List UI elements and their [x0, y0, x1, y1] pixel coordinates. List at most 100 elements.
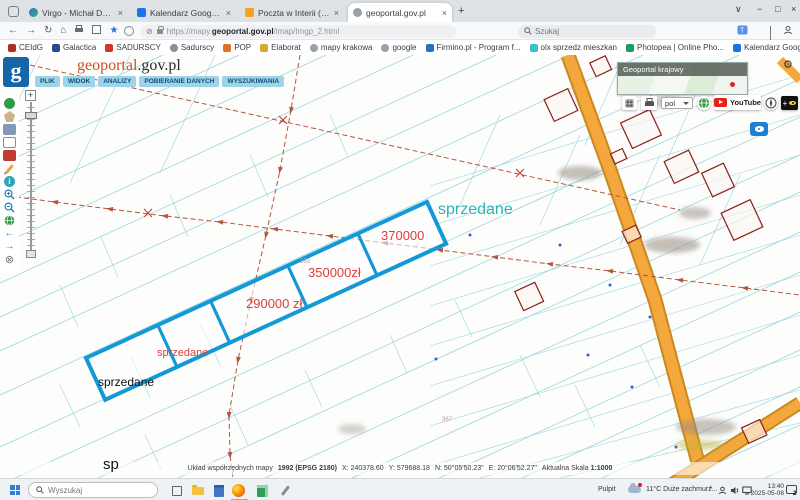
visibility-toggle-button[interactable]: + [781, 96, 798, 110]
geoportal-logo[interactable]: g [3, 57, 29, 87]
bookmark-item[interactable]: Firmino.pl - Program f... [426, 43, 521, 52]
tab-close-icon[interactable]: × [226, 8, 231, 18]
map-print-icon[interactable] [641, 96, 657, 110]
plot-label-price-3: 370000 [381, 228, 424, 243]
previous-view-icon[interactable]: ← [3, 228, 16, 239]
zoom-slider-track[interactable] [30, 102, 32, 254]
geoportal-favicon [353, 8, 362, 17]
google-favicon [381, 44, 389, 52]
bookmark-item[interactable]: olx sprzedz mieszkan [530, 43, 617, 52]
bookmark-item[interactable]: Elaborat [260, 43, 301, 52]
notification-count: 2 [793, 491, 796, 497]
coord-n: N: 50°05'50.23" [435, 465, 484, 472]
minimize-button[interactable]: − [757, 4, 762, 14]
bookmark-star-icon[interactable]: ★ [109, 25, 118, 36]
lock-icon[interactable] [157, 29, 163, 34]
zoom-in-tool-icon[interactable] [3, 189, 16, 200]
print-icon[interactable] [74, 25, 84, 37]
tab-close-icon[interactable]: × [334, 8, 339, 18]
bookmark-item[interactable]: POP [223, 43, 251, 52]
layers-tool-icon[interactable] [3, 124, 16, 135]
maximize-button[interactable]: □ [775, 4, 780, 14]
tab-virgo[interactable]: Virgo - Michał Dzięcioł × [24, 3, 128, 22]
new-tab-button[interactable]: + [458, 5, 464, 17]
translate-extension-icon[interactable]: T [737, 25, 748, 37]
task-view-button[interactable] [170, 484, 183, 497]
coord-x: X: 240378.60 [342, 465, 384, 472]
tab-overview-icon[interactable] [8, 6, 19, 17]
reload-icon[interactable]: ↻ [44, 25, 52, 36]
tray-expand-chevron[interactable]: ^ [709, 486, 712, 493]
geoportal-menu: PLIK WIDOK ANALIZY POBIERANIE DANYCH WYS… [35, 76, 284, 87]
tab-close-icon[interactable]: × [118, 8, 123, 18]
show-layer-button[interactable] [750, 122, 768, 136]
browser-tab-bar: Virgo - Michał Dzięcioł × Kalendarz Goog… [0, 0, 800, 22]
menu-widok[interactable]: WIDOK [63, 76, 95, 87]
olx-favicon [530, 44, 538, 52]
taskbar-search-input[interactable] [48, 486, 148, 495]
tab-geoportal-active[interactable]: geoportal.gov.pl × [348, 3, 452, 22]
tab-mail[interactable]: Poczta w Interii (55) × [240, 3, 344, 22]
bookmark-item[interactable]: Kalendarz Google [733, 43, 800, 52]
weather-widget[interactable]: 11°C Duże zachmurz... [646, 486, 718, 493]
bookmark-item[interactable]: Sadurscy [170, 43, 214, 52]
bookmark-item[interactable]: CEIdG [8, 43, 43, 52]
clear-selection-icon[interactable]: ⊗ [3, 254, 16, 265]
tab-title: Poczta w Interii (55) [258, 8, 330, 18]
next-view-icon[interactable]: → [3, 241, 16, 252]
pen-app-button[interactable] [279, 484, 292, 497]
ceidg-favicon [8, 44, 16, 52]
calculator-button[interactable] [212, 484, 225, 497]
cadastral-map[interactable]: sprzedane sprzedane 290000 zł 350000zł 3… [0, 55, 800, 478]
bookmark-item[interactable]: Photopea | Online Pho... [626, 43, 724, 52]
compass-button[interactable] [764, 96, 778, 110]
select-area-tool-icon[interactable] [3, 137, 16, 148]
firefox-button[interactable] [232, 484, 245, 497]
home-icon[interactable]: ⌂ [60, 25, 66, 36]
overview-tool-icon[interactable] [4, 98, 15, 109]
green-doc-app-button[interactable] [256, 484, 269, 497]
url-bar[interactable]: ⊘ https://mapy.geoportal.gov.pl/imap/Img… [140, 25, 456, 38]
youtube-button[interactable]: YouTube [714, 95, 761, 110]
menu-wyszukiwania[interactable]: WYSZUKIWANIA [222, 76, 284, 87]
pocket-icon[interactable] [124, 26, 134, 36]
zoom-plus-button[interactable]: + [25, 90, 36, 101]
draw-pencil-icon[interactable] [3, 163, 16, 174]
tab-calendar[interactable]: Kalendarz Google - Tydzień, w i × [132, 3, 236, 22]
menu-pobieranie-danych[interactable]: POBIERANIE DANYCH [139, 76, 219, 87]
globe-tool-icon[interactable] [3, 215, 16, 226]
tab-close-icon[interactable]: × [442, 8, 447, 18]
close-window-button[interactable]: × [791, 4, 796, 14]
bookmark-item[interactable]: Galactica [52, 43, 96, 52]
info-tool-icon[interactable]: i [4, 176, 15, 187]
zoom-out-tool-icon[interactable] [3, 202, 16, 213]
save-page-icon[interactable] [92, 25, 101, 37]
bookmark-item[interactable]: SADURSCY [105, 43, 160, 52]
browser-search-box[interactable] [518, 25, 656, 38]
overview-minimap[interactable]: Geoportal krajowy [617, 62, 748, 95]
account-icon[interactable] [783, 25, 793, 37]
taskbar-search[interactable] [28, 482, 158, 498]
grid-view-icon[interactable]: ▦ [622, 96, 637, 110]
show-desktop-label[interactable]: Pulpit [598, 486, 616, 493]
search-input[interactable] [535, 27, 635, 36]
taskbar-clock[interactable]: 13:402025-05-08 [748, 483, 784, 497]
file-explorer-button[interactable] [191, 484, 204, 497]
list-all-tabs-icon[interactable]: ∨ [735, 4, 742, 15]
bookmark-item[interactable]: google [381, 43, 416, 52]
zoom-slider[interactable]: + [25, 90, 36, 101]
start-button[interactable] [10, 485, 20, 495]
shield-icon[interactable]: ⊘ [146, 27, 153, 36]
menu-plik[interactable]: PLIK [35, 76, 60, 87]
gear-icon[interactable]: ⚙ [783, 58, 793, 71]
back-icon[interactable]: ← [8, 25, 18, 36]
bookmark-item[interactable]: mapy krakowa [310, 43, 373, 52]
extent-tool-icon[interactable] [3, 150, 16, 161]
polygon-tool-icon[interactable] [3, 111, 16, 122]
menu-analizy[interactable]: ANALIZY [98, 76, 136, 87]
forward-icon[interactable]: → [26, 25, 36, 36]
zoom-slider-handle[interactable] [25, 112, 37, 119]
eye-icon [755, 126, 764, 132]
language-select[interactable]: pol [661, 97, 693, 109]
globe-button[interactable] [697, 96, 711, 110]
